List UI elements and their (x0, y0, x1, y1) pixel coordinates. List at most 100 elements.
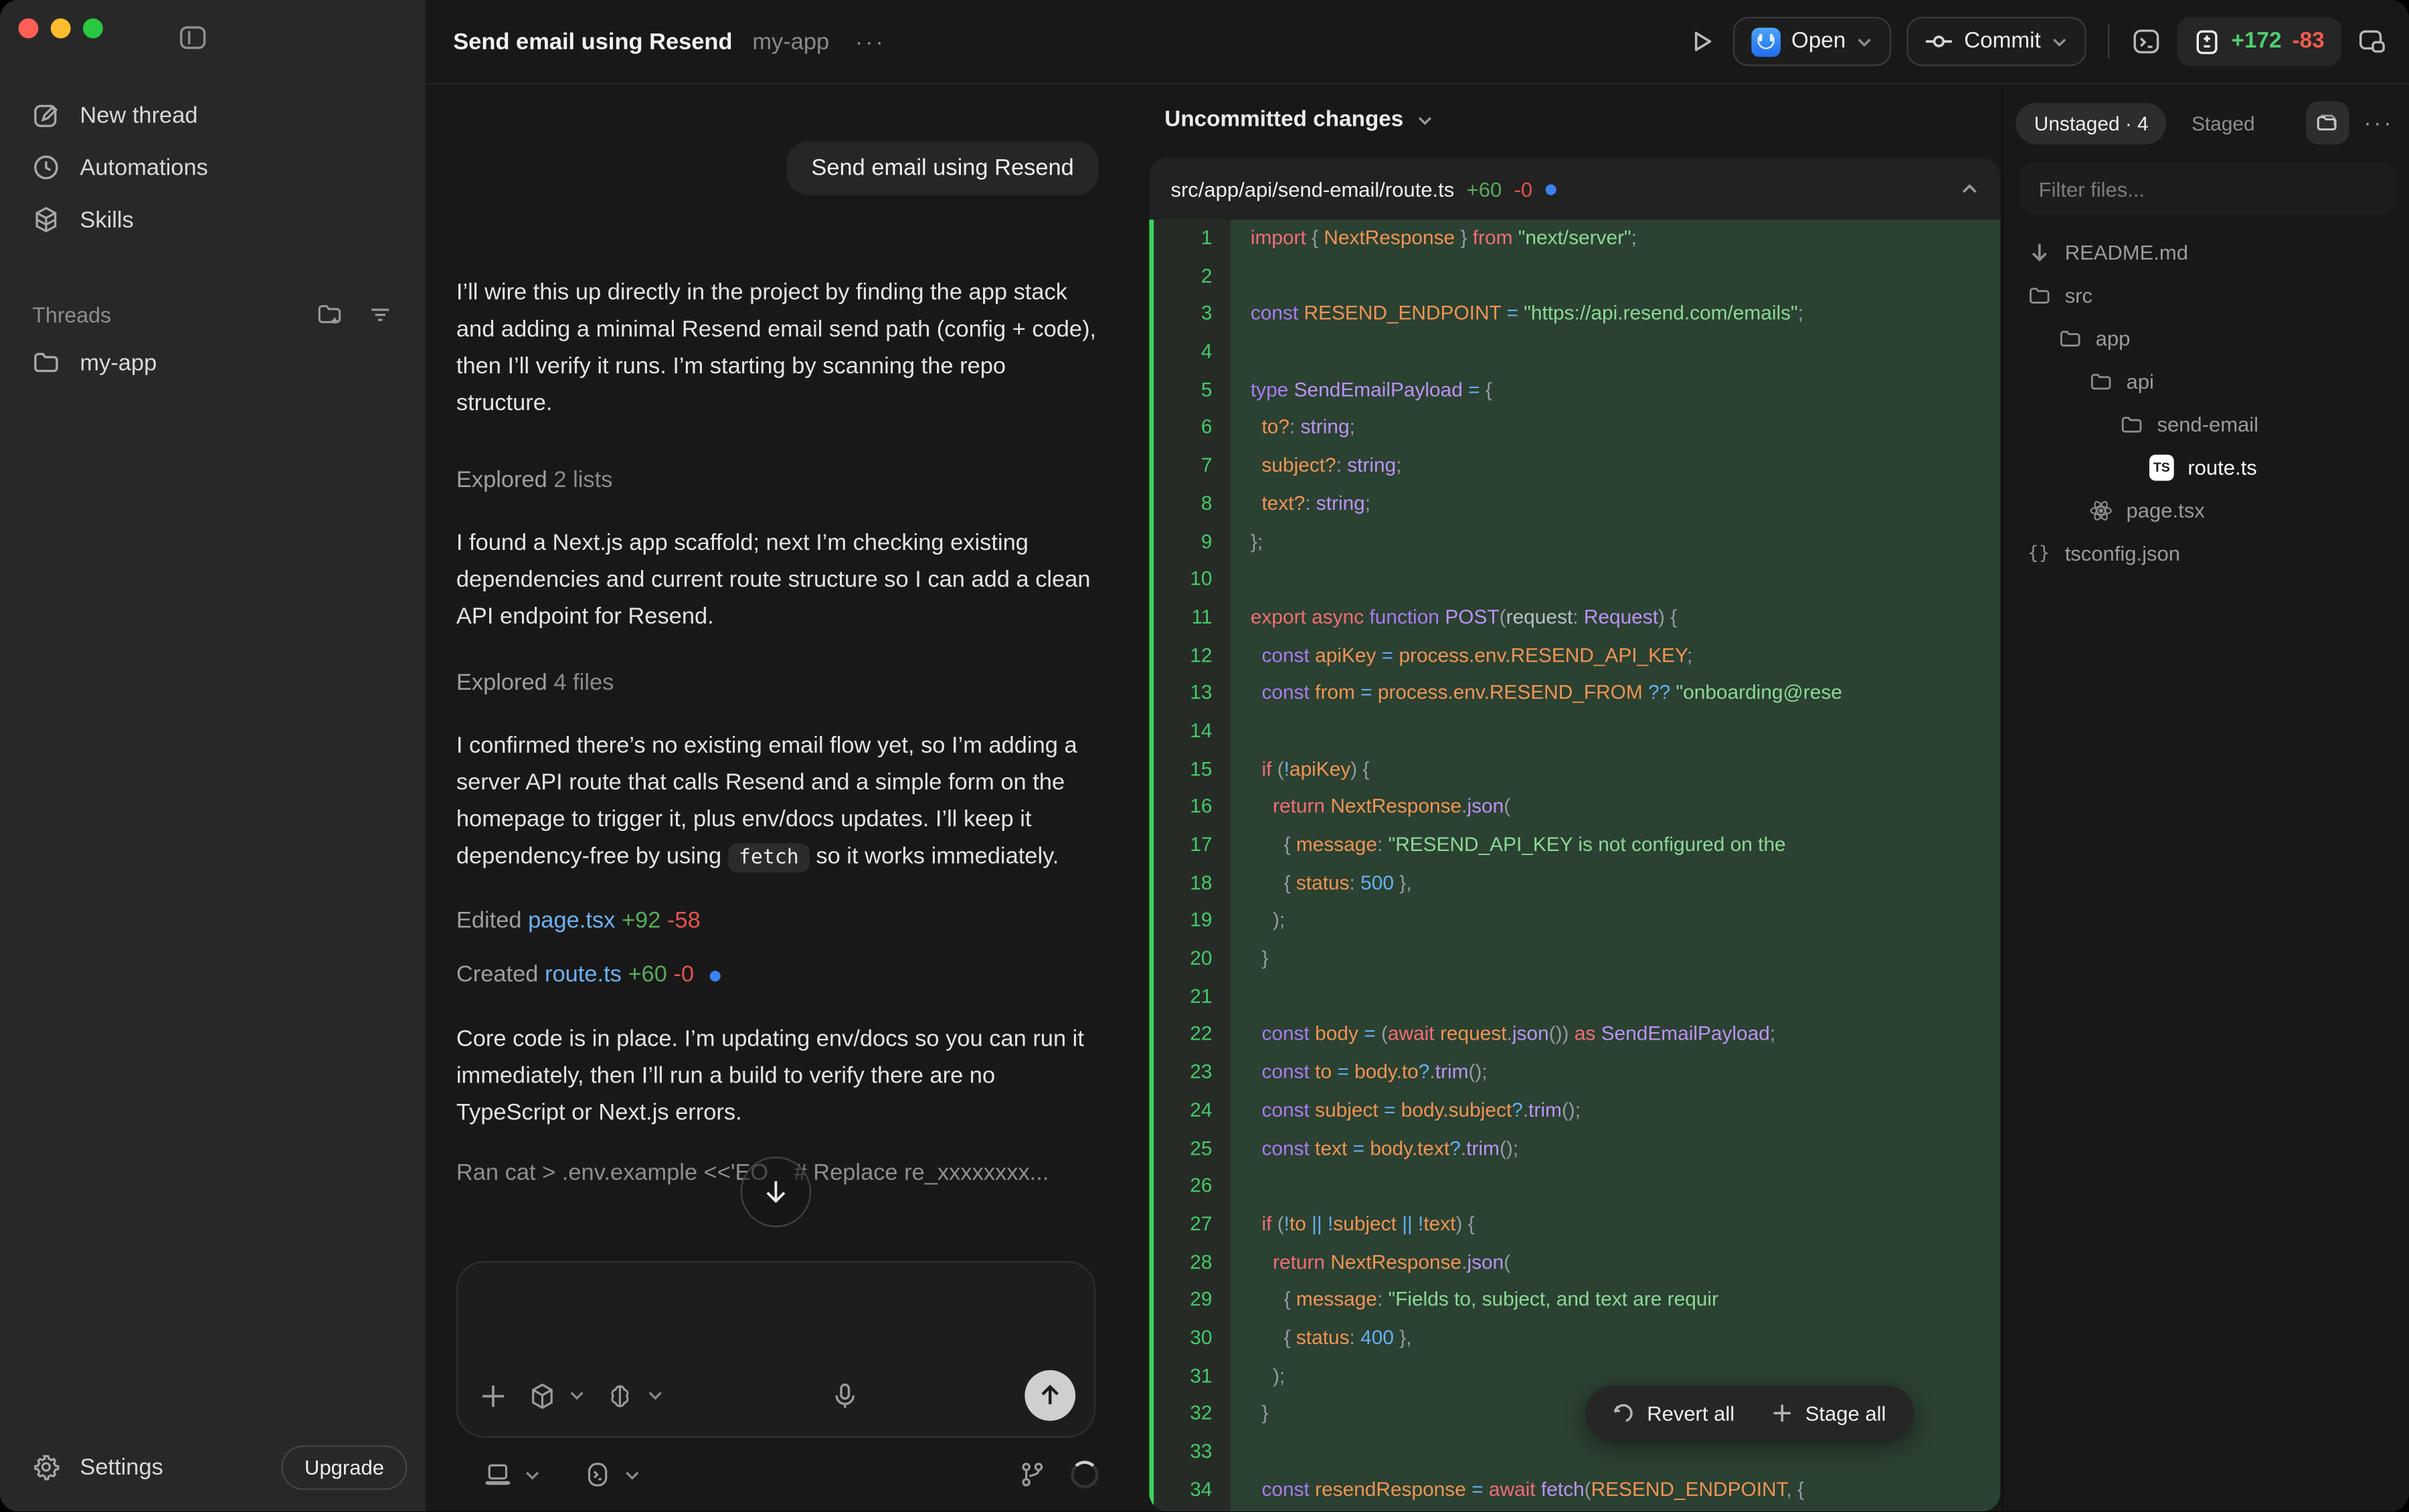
microphone-icon[interactable] (830, 1382, 858, 1409)
file-tree-toggle-button[interactable] (2305, 102, 2348, 145)
agent-shell-icon[interactable] (584, 1460, 611, 1488)
zoom-window-button[interactable] (83, 19, 103, 39)
sidebar-item-label: Automations (80, 155, 207, 181)
thread-title: Send email using Resend (453, 28, 732, 54)
diff-code-line: 18 { status: 500 }, (1154, 864, 2000, 903)
revert-icon (1613, 1402, 1635, 1424)
created-file-row[interactable]: Created route.ts +60 -0 (456, 961, 1099, 987)
assistant-paragraph: Core code is in place. I’m updating env/… (456, 1022, 1099, 1132)
code-diff-view[interactable]: 1import { NextResponse } from "next/serv… (1149, 219, 2000, 1511)
sidebar-item-label: New thread (80, 102, 197, 128)
tree-item-readme-md[interactable]: README.md (2003, 230, 2409, 273)
title-more-button[interactable]: ··· (855, 28, 886, 53)
added-count: +60 (628, 961, 666, 987)
diff-file-header[interactable]: src/app/api/send-email/route.ts +60 -0 (1149, 158, 2000, 219)
tree-item-tsconfig-json[interactable]: {}tsconfig.json (2003, 531, 2409, 574)
send-button[interactable] (1024, 1370, 1075, 1421)
tree-item-app[interactable]: app (2003, 316, 2409, 359)
filter-files-input[interactable] (2019, 163, 2395, 215)
tree-item-api[interactable]: api (2003, 359, 2409, 402)
file-path: src/app/api/send-email/route.ts (1170, 177, 1454, 200)
folder-icon (2026, 282, 2051, 307)
folder-icon (2119, 411, 2143, 436)
plus-icon (1771, 1402, 1793, 1424)
commit-button[interactable]: Commit (1907, 17, 2087, 66)
assistant-paragraph: I found a Next.js app scaffold; next I’m… (456, 525, 1099, 636)
close-window-button[interactable] (19, 19, 39, 39)
diff-code-line: 30 { status: 400 }, (1154, 1319, 2000, 1357)
run-play-button[interactable] (1687, 26, 1718, 57)
braces-icon: {} (2026, 541, 2051, 565)
diff-code-line: 17 { message: "RESEND_API_KEY is not con… (1154, 826, 2000, 864)
tree-item-label: send-email (2157, 412, 2258, 435)
diff-stats-badge[interactable]: +172 -83 (2177, 17, 2341, 66)
collapse-chevron-icon[interactable] (1961, 180, 1979, 199)
sidebar: New thread Automations Skills Threads (0, 0, 426, 1511)
picture-in-picture-icon[interactable] (2357, 26, 2388, 57)
user-message-bubble: Send email using Resend (787, 141, 1099, 195)
compose-icon (32, 102, 60, 129)
message-composer[interactable] (456, 1261, 1095, 1438)
sidebar-item-automations[interactable]: Automations (19, 141, 408, 193)
attach-plus-icon[interactable] (479, 1382, 507, 1409)
tree-item-route-ts[interactable]: TSroute.ts (2003, 446, 2409, 488)
filter-icon[interactable] (367, 301, 393, 327)
environment-laptop-icon[interactable] (484, 1460, 511, 1488)
diff-code-line: 29 { message: "Fields to, subject, and t… (1154, 1281, 2000, 1319)
sidebar-toggle-icon[interactable] (178, 23, 207, 52)
chevron-down-icon[interactable] (624, 1466, 640, 1483)
sidebar-item-skills[interactable]: Skills (19, 193, 408, 246)
open-label: Open (1791, 29, 1846, 54)
revert-all-button[interactable]: Revert all (1613, 1402, 1734, 1424)
scroll-to-bottom-button[interactable] (741, 1157, 812, 1228)
assistant-paragraph: I’ll wire this up directly in the projec… (456, 275, 1099, 422)
file-link[interactable]: route.ts (545, 961, 622, 987)
settings-label: Settings (80, 1454, 163, 1480)
window-controls[interactable] (19, 19, 103, 39)
chevron-down-icon[interactable] (524, 1466, 541, 1483)
total-removed: -83 (2293, 29, 2325, 54)
tree-item-label: api (2127, 369, 2154, 392)
chevron-down-icon[interactable] (647, 1387, 664, 1404)
diff-code-line: 26 (1154, 1167, 2000, 1206)
arrow-down-icon (2026, 240, 2051, 264)
folder-icon (2088, 369, 2113, 393)
reasoning-brain-icon[interactable] (607, 1382, 634, 1409)
gear-icon (32, 1453, 60, 1481)
tree-item-src[interactable]: src (2003, 274, 2409, 316)
settings-button[interactable]: Settings (19, 1441, 282, 1493)
diff-code-line: 24 const subject = body.subject?.trim(); (1154, 1092, 2000, 1130)
files-more-button[interactable]: ··· (2363, 110, 2394, 136)
edited-file-row[interactable]: Edited page.tsx +92 -58 (456, 908, 1099, 934)
tab-unstaged[interactable]: Unstaged · 4 (2016, 102, 2167, 144)
title-bar: Send email using Resend my-app ··· Open … (426, 0, 2409, 84)
diff-code-line: 27 if (!to || !subject || !text) { (1154, 1206, 2000, 1244)
stage-all-button[interactable]: Stage all (1771, 1402, 1886, 1424)
model-cube-icon[interactable] (529, 1382, 556, 1409)
files-panel: Unstaged · 4 Staged ··· README.mdsrcapp a… (2002, 86, 2409, 1512)
terminal-panel-icon[interactable] (2131, 26, 2162, 57)
diff-icon (2194, 28, 2220, 54)
ts-icon: TS (2149, 455, 2174, 480)
git-branch-icon[interactable] (1018, 1460, 1046, 1488)
chevron-down-icon[interactable] (568, 1387, 585, 1404)
uncommitted-changes-dropdown[interactable]: Uncommitted changes (1164, 108, 2001, 132)
sidebar-item-label: Skills (80, 207, 133, 233)
diff-code-line: 25 const text = body.text?.trim(); (1154, 1130, 2000, 1168)
open-button[interactable]: Open (1733, 17, 1892, 66)
tree-item-send-email[interactable]: send-email (2003, 403, 2409, 446)
new-folder-icon[interactable] (317, 301, 343, 327)
file-tree: README.mdsrcapp apisend-email TSroute.tspa… (2003, 230, 2409, 574)
assistant-paragraph: I confirmed there’s no existing email fl… (456, 728, 1099, 877)
tree-item-page-tsx[interactable]: page.tsx (2003, 488, 2409, 531)
sidebar-item-new-thread[interactable]: New thread (19, 89, 408, 141)
tab-staged[interactable]: Staged (2192, 111, 2255, 134)
minimize-window-button[interactable] (51, 19, 71, 39)
upgrade-button[interactable]: Upgrade (282, 1444, 408, 1489)
explored-files-row[interactable]: Explored 4 files (456, 670, 1099, 696)
file-link[interactable]: page.tsx (528, 908, 615, 934)
explored-lists-row[interactable]: Explored 2 lists (456, 467, 1099, 493)
diff-code-line: 21 (1154, 978, 2000, 1016)
diff-code-line: 11export async function POST(request: Re… (1154, 599, 2000, 637)
thread-item-my-app[interactable]: my-app (19, 337, 408, 389)
